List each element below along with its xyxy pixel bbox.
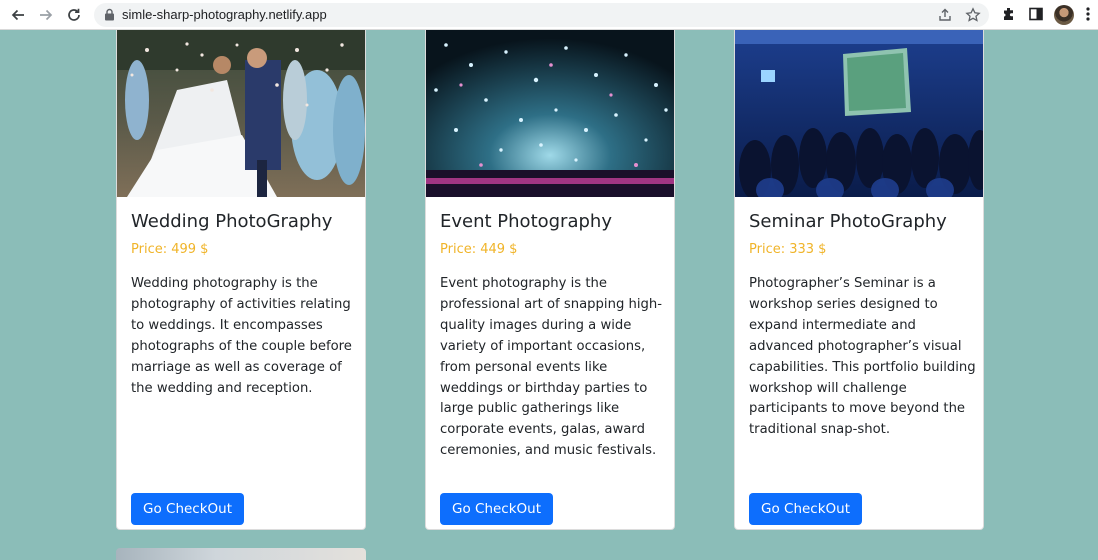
more-menu-icon[interactable] xyxy=(1085,6,1091,27)
lock-icon[interactable] xyxy=(104,8,115,26)
browser-toolbar: simle-sharp-photography.netlify.app xyxy=(0,0,1098,30)
card-wedding: Wedding PhotoGraphy Price: 499 $ Wedding… xyxy=(116,30,366,530)
extensions-icon[interactable] xyxy=(1001,6,1017,27)
seminar-photo xyxy=(735,30,983,197)
card-seminar: Seminar PhotoGraphy Price: 333 $ Photogr… xyxy=(734,30,984,530)
services-cards: Wedding PhotoGraphy Price: 499 $ Wedding… xyxy=(0,30,1098,530)
card-event: Event Photography Price: 449 $ Event pho… xyxy=(425,30,675,530)
next-card-image-edge xyxy=(116,548,366,560)
card-description: Photographer’s Seminar is a workshop ser… xyxy=(749,276,976,438)
back-arrow-icon[interactable] xyxy=(8,5,28,25)
forward-arrow-icon[interactable] xyxy=(36,5,56,25)
card-title: Wedding PhotoGraphy xyxy=(131,211,333,232)
event-photo xyxy=(426,30,674,197)
card-description: Wedding photography is the photography o… xyxy=(131,276,352,396)
card-price: Price: 449 $ xyxy=(440,242,518,257)
reload-icon[interactable] xyxy=(64,5,84,25)
go-checkout-button[interactable]: Go CheckOut xyxy=(131,493,245,525)
share-icon[interactable] xyxy=(937,7,953,28)
card-price: Price: 333 $ xyxy=(749,242,827,257)
side-panel-icon[interactable] xyxy=(1028,6,1044,27)
card-description: Event photography is the professional ar… xyxy=(440,276,663,459)
go-checkout-button[interactable]: Go CheckOut xyxy=(440,493,554,525)
url-text[interactable]: simle-sharp-photography.netlify.app xyxy=(122,7,327,22)
card-title: Seminar PhotoGraphy xyxy=(749,211,947,232)
star-icon[interactable] xyxy=(965,7,981,28)
card-price: Price: 499 $ xyxy=(131,242,209,257)
wedding-photo xyxy=(117,30,365,197)
address-bar[interactable]: simle-sharp-photography.netlify.app xyxy=(94,3,989,27)
card-title: Event Photography xyxy=(440,211,612,232)
profile-avatar[interactable] xyxy=(1054,5,1074,25)
go-checkout-button[interactable]: Go CheckOut xyxy=(749,493,863,525)
